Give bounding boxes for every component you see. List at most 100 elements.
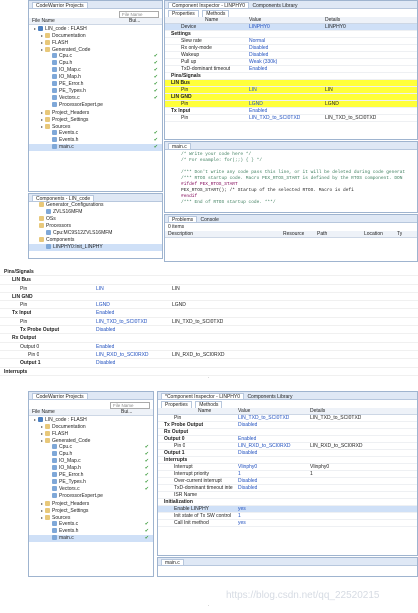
tree-file-item[interactable]: Events.h ✔ <box>29 528 153 535</box>
property-row[interactable]: Pin 0 LIN_RXD_to_SCI0RXD LIN_RXD_to_SCI0RX… <box>0 351 418 360</box>
property-row[interactable]: Rx Output <box>158 429 417 436</box>
property-value[interactable]: LGND <box>96 301 110 309</box>
col-details[interactable]: Details <box>310 408 325 414</box>
tree-file-item[interactable]: IO_Map.c ✔ <box>29 67 162 74</box>
col-build[interactable]: Bui... <box>129 18 140 24</box>
property-row[interactable]: Pin LGND LGND <box>165 101 417 108</box>
property-row[interactable]: Enable LINPHY yes <box>158 506 417 513</box>
tree-project-item[interactable]: ▸ LIN_code : FLASH <box>29 416 153 423</box>
tree-folder-item[interactable]: ▸ FLASH <box>29 430 153 437</box>
tree-folder-item[interactable]: ▸ Documentation <box>29 32 162 39</box>
tree-folder-item[interactable]: ▸ Documentation <box>29 423 153 430</box>
property-row[interactable]: Initialization <box>158 499 417 506</box>
property-value[interactable]: Disabled <box>238 485 257 491</box>
property-row[interactable]: Interrupt Vlinphy0 Vlinphy0 <box>158 464 417 471</box>
component-tree-item[interactable]: OSs <box>29 216 162 223</box>
component-tree-item[interactable]: Processors <box>29 223 162 230</box>
tree-folder-item[interactable]: ▸ Project_Headers <box>29 109 162 116</box>
top-projects-search-input[interactable]: File Name <box>119 11 159 18</box>
property-value[interactable]: Enabled <box>96 309 114 317</box>
tree-folder-item[interactable]: ▸ FLASH <box>29 39 162 46</box>
property-row[interactable]: Rx Output <box>0 334 418 343</box>
property-value[interactable]: LIN <box>96 285 104 293</box>
property-row[interactable]: Pull up Weak (330k) <box>165 59 417 66</box>
property-row[interactable]: TxD-dominant timeout Enabled <box>165 66 417 73</box>
property-value[interactable]: Disabled <box>96 359 115 367</box>
property-row[interactable]: Interrupt priority 1 1 <box>158 471 417 478</box>
problems-tab[interactable]: Problems <box>168 216 198 222</box>
property-value[interactable]: Disabled <box>238 422 257 428</box>
property-row[interactable]: Pins/Signals <box>165 73 417 80</box>
property-row[interactable]: LIN Bus <box>165 80 417 87</box>
tree-project-item[interactable]: ▸ LIN_code : FLASH <box>29 25 162 32</box>
property-row[interactable]: TxD-dominant timeout inte Disabled <box>158 485 417 492</box>
tree-file-item[interactable]: PE_Types.h ✔ <box>29 88 162 95</box>
bottom-projects-search-input[interactable]: File Name <box>110 402 150 409</box>
col-details[interactable]: Details <box>325 17 340 23</box>
col-value[interactable]: Value <box>238 408 250 414</box>
property-value[interactable]: Enabled <box>249 108 267 114</box>
col-location[interactable]: Location <box>364 231 383 237</box>
top-projects-tab[interactable]: CodeWarrior Projects <box>32 2 88 8</box>
property-row[interactable]: Rx only-mode Disabled <box>165 45 417 52</box>
component-tree-item[interactable]: Components <box>29 237 162 244</box>
tree-file-item[interactable]: PE_Types.h ✔ <box>29 479 153 486</box>
property-value[interactable]: LIN_RXD_to_SCI0RXD <box>96 351 149 359</box>
col-file-name[interactable]: File Name <box>32 409 55 415</box>
property-value[interactable]: Weak (330k) <box>249 59 277 65</box>
property-row[interactable]: ISR Name <box>158 492 417 499</box>
property-value[interactable]: Enabled <box>249 66 267 72</box>
bottom-inspector-tab[interactable]: *Component Inspector - LINPHY0 <box>161 393 245 399</box>
property-value[interactable]: LIN_TXD_to_SCI0TXD <box>96 318 147 326</box>
property-value[interactable]: LIN <box>249 87 257 93</box>
component-tree-item[interactable]: LINPHY0:Init_LINPHY <box>29 244 162 251</box>
property-value[interactable]: Normal <box>249 38 265 44</box>
property-row[interactable]: Tx Input Enabled <box>0 309 418 318</box>
tree-file-item[interactable]: ProcessorExpert.pe <box>29 493 153 500</box>
editor-tab-main-c[interactable]: main.c <box>161 559 184 565</box>
col-build[interactable]: Bui... <box>121 409 132 415</box>
property-row[interactable]: Output 1 Disabled <box>158 450 417 457</box>
tree-file-item[interactable]: Cpu.c ✔ <box>29 444 153 451</box>
property-row[interactable]: Pin LIN_TXD_to_SCI0TXD LIN_TXD_to_SCI0TXD <box>0 318 418 327</box>
component-tree-item[interactable]: Cpu:MC9S12ZVLS16MFM <box>29 230 162 237</box>
property-row[interactable]: Settings <box>165 31 417 38</box>
property-value[interactable]: Enabled <box>96 343 114 351</box>
top-inspector-tab[interactable]: Component Inspector - LINPHY0 <box>168 2 250 8</box>
property-value[interactable]: yes <box>238 520 246 526</box>
methods-tab[interactable]: Methods <box>202 10 230 17</box>
property-value[interactable]: LINPHY0 <box>249 24 270 30</box>
property-value[interactable]: 1 <box>238 471 241 477</box>
property-row[interactable]: Tx Probe Output Disabled <box>0 326 418 335</box>
tree-folder-item[interactable]: ▸ Project_Settings <box>29 507 153 514</box>
property-value[interactable]: Disabled <box>249 45 268 51</box>
property-row[interactable]: Pin LIN_TXD_to_SCI0TXD LIN_TXD_to_SCI0TXD <box>165 115 417 122</box>
property-value[interactable]: Disabled <box>238 450 257 456</box>
col-value[interactable]: Value <box>249 17 261 23</box>
col-type[interactable]: Ty <box>397 231 402 237</box>
property-row[interactable]: LIN GND <box>165 94 417 101</box>
tree-file-item[interactable]: main.c ✔ <box>29 144 162 151</box>
property-row[interactable]: Pins/Signals <box>0 268 418 277</box>
tree-file-item[interactable]: PE_Error.h ✔ <box>29 81 162 88</box>
property-row[interactable]: Over-current interrupt Disabled <box>158 478 417 485</box>
editor-tab-main-c[interactable]: main.c <box>168 143 191 149</box>
property-row[interactable]: Device LINPHY0 LINPHY0 <box>165 24 417 31</box>
top-components-tab[interactable]: Components - LIN_code <box>32 195 95 201</box>
tree-file-item[interactable]: Cpu.h ✔ <box>29 60 162 67</box>
tree-folder-item[interactable]: ▸ Generated_Code <box>29 46 162 53</box>
methods-tab[interactable]: Methods <box>195 401 223 408</box>
tree-file-item[interactable]: IO_Map.c ✔ <box>29 458 153 465</box>
property-row[interactable]: Call Init method yes <box>158 520 417 527</box>
tree-file-item[interactable]: Cpu.c ✔ <box>29 53 162 60</box>
property-row[interactable]: Pin LIN LIN <box>165 87 417 94</box>
property-row[interactable]: LIN GND <box>0 293 418 302</box>
property-row[interactable]: Pin LIN LIN <box>0 285 418 293</box>
component-tree-item[interactable]: Generator_Configurations <box>29 202 162 209</box>
property-row[interactable]: Output 0 Enabled <box>0 343 418 351</box>
property-row[interactable]: Output 1 Disabled <box>0 359 418 368</box>
property-value[interactable]: Disabled <box>96 326 115 334</box>
property-value[interactable]: 1 <box>238 513 241 519</box>
property-value[interactable]: yes <box>238 506 246 512</box>
col-resource[interactable]: Resource <box>283 231 304 237</box>
